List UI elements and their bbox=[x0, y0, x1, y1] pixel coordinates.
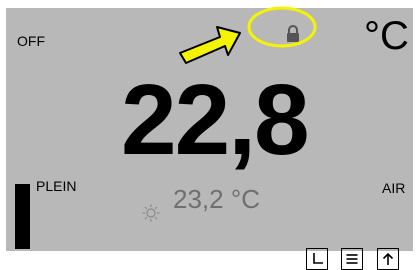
temperature-unit[interactable]: °C bbox=[364, 16, 409, 56]
current-temperature: 22,8 bbox=[121, 64, 310, 176]
up-button[interactable] bbox=[377, 248, 399, 270]
menu-button[interactable] bbox=[341, 248, 363, 270]
air-label: AIR bbox=[382, 180, 406, 196]
setpoint-temperature[interactable]: 23,2 °C bbox=[173, 186, 260, 212]
clock-button[interactable] bbox=[306, 248, 328, 270]
level-bar bbox=[15, 184, 30, 249]
arrow-up-icon bbox=[381, 252, 395, 266]
menu-icon bbox=[345, 252, 359, 266]
pointer-arrow bbox=[179, 26, 241, 64]
sun-icon bbox=[142, 204, 160, 222]
highlight-ellipse bbox=[247, 6, 317, 48]
clock-icon bbox=[310, 252, 324, 266]
mode-status[interactable]: OFF bbox=[17, 33, 45, 49]
level-label: PLEIN bbox=[36, 178, 77, 194]
